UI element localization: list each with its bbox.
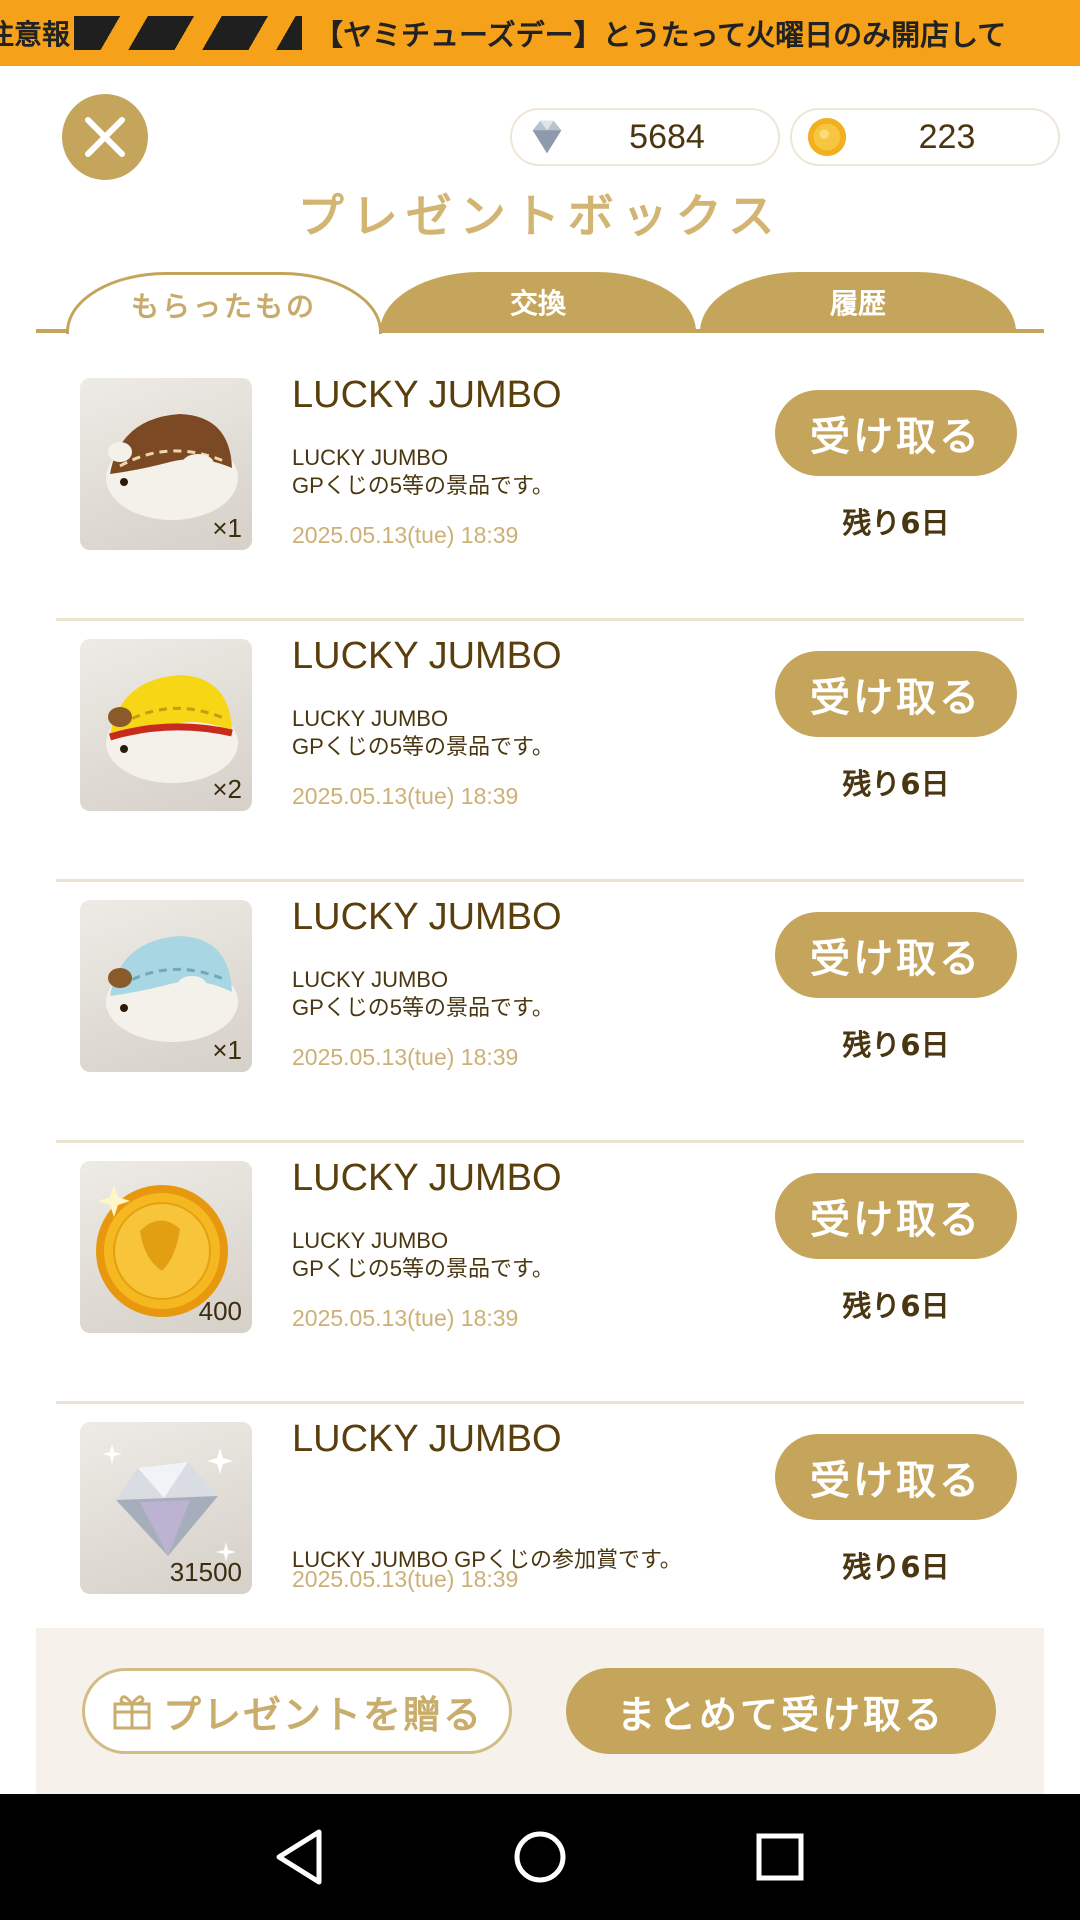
item-description-line-2: GPくじの5等の景品です。 [292, 995, 554, 1020]
item-description-line-1: LUCKY JUMBO [292, 445, 449, 470]
remaining-days: 残り6日 [842, 767, 950, 801]
coin-count: 223 [918, 117, 976, 156]
remaining-days: 残り6日 [842, 1028, 950, 1062]
send-present-label: プレゼントを贈る [162, 1692, 483, 1737]
diamond-icon [524, 114, 570, 160]
item-thumbnail: ×1 [80, 378, 252, 550]
ticker-lead-text: 注意報 [0, 18, 71, 51]
receive-button[interactable]: 受け取る [775, 912, 1017, 998]
item-title: LUCKY JUMBO [292, 1157, 562, 1199]
item-description-line-1: LUCKY JUMBO [292, 706, 449, 731]
item-description-line-2: GPくじの5等の景品です。 [292, 473, 554, 498]
item-thumbnail: 31500 [80, 1422, 252, 1594]
close-button[interactable] [62, 94, 148, 180]
receive-button[interactable]: 受け取る [775, 1173, 1017, 1259]
item-title: LUCKY JUMBO [292, 896, 562, 938]
item-date: 2025.05.13(tue) 18:39 [292, 783, 519, 809]
gem-count: 5684 [629, 117, 705, 156]
coin-balance[interactable]: 223 [790, 108, 1060, 166]
item-title: LUCKY JUMBO [292, 635, 562, 677]
item-quantity: ×2 [212, 774, 242, 804]
remaining-days: 残り6日 [842, 506, 950, 540]
item-title: LUCKY JUMBO [292, 1418, 562, 1460]
item-date: 2025.05.13(tue) 18:39 [292, 522, 519, 548]
gem-balance[interactable]: 5684 [510, 108, 780, 166]
item-date: 2025.05.13(tue) 18:39 [292, 1044, 519, 1070]
footer-bar: プレゼントを贈る まとめて受け取る [36, 1628, 1044, 1794]
item-quantity: 400 [198, 1296, 242, 1326]
page-title: プレゼントボックス [297, 189, 783, 243]
remaining-days: 残り6日 [842, 1550, 950, 1584]
item-quantity: ×1 [212, 1035, 242, 1065]
list-item: ×2 LUCKY JUMBO LUCKY JUMBO GPくじの5等の景品です。… [56, 621, 1024, 882]
gold-coin-icon [804, 114, 850, 160]
send-present-button[interactable]: プレゼントを贈る [82, 1668, 512, 1754]
item-description: LUCKY JUMBO GPくじの5等の景品です。 [292, 444, 732, 500]
list-item: ×1 LUCKY JUMBO LUCKY JUMBO GPくじの5等の景品です。… [56, 360, 1024, 621]
system-navigation-bar [0, 1794, 1080, 1920]
news-ticker[interactable]: 注意報 【ヤミチューズデー】とうたって火曜日のみ開店して [0, 0, 1080, 66]
tab-received[interactable]: もらったもの [66, 272, 382, 334]
remaining-days: 残り6日 [842, 1289, 950, 1323]
item-description-line-2: GPくじの5等の景品です。 [292, 1256, 554, 1281]
nav-back-button[interactable] [265, 1822, 335, 1892]
item-quantity: 31500 [169, 1557, 242, 1587]
nav-recents-button[interactable] [745, 1822, 815, 1892]
list-item: 400 LUCKY JUMBO LUCKY JUMBO GPくじの5等の景品です… [56, 1143, 1024, 1404]
ticker-text: 【ヤミチューズデー】とうたって火曜日のみ開店して [314, 18, 1007, 52]
nav-home-button[interactable] [505, 1822, 575, 1892]
back-triangle-icon [276, 1829, 322, 1885]
receive-all-button[interactable]: まとめて受け取る [566, 1668, 996, 1754]
item-description: LUCKY JUMBO GPくじの5等の景品です。 [292, 966, 732, 1022]
item-date: 2025.05.13(tue) 18:39 [292, 1305, 519, 1331]
receive-button[interactable]: 受け取る [775, 390, 1017, 476]
receive-button[interactable]: 受け取る [775, 651, 1017, 737]
item-thumbnail: 400 [80, 1161, 252, 1333]
item-quantity: ×1 [212, 513, 242, 543]
item-thumbnail: ×1 [80, 900, 252, 1072]
item-date: 2025.05.13(tue) 18:39 [292, 1566, 519, 1592]
item-description-line-1: LUCKY JUMBO [292, 967, 449, 992]
tab-exchange[interactable]: 交換 [380, 272, 696, 332]
item-thumbnail: ×2 [80, 639, 252, 811]
item-description-line-1: LUCKY JUMBO [292, 1228, 449, 1253]
list-item: 31500 LUCKY JUMBO LUCKY JUMBO GPくじの参加賞です… [56, 1404, 1024, 1665]
present-list[interactable]: ×1 LUCKY JUMBO LUCKY JUMBO GPくじの5等の景品です。… [56, 360, 1024, 1665]
tab-history[interactable]: 履歴 [700, 272, 1016, 332]
item-description-line-2: GPくじの5等の景品です。 [292, 734, 554, 759]
gift-icon [113, 1695, 151, 1730]
hazard-stripes [74, 16, 303, 50]
recents-square-icon [756, 1833, 804, 1881]
item-title: LUCKY JUMBO [292, 374, 562, 416]
item-description: LUCKY JUMBO GPくじの5等の景品です。 [292, 1227, 732, 1283]
item-description: LUCKY JUMBO GPくじの5等の景品です。 [292, 705, 732, 761]
close-icon [85, 117, 125, 157]
home-circle-icon [514, 1831, 566, 1883]
list-item: ×1 LUCKY JUMBO LUCKY JUMBO GPくじの5等の景品です。… [56, 882, 1024, 1143]
receive-button[interactable]: 受け取る [775, 1434, 1017, 1520]
